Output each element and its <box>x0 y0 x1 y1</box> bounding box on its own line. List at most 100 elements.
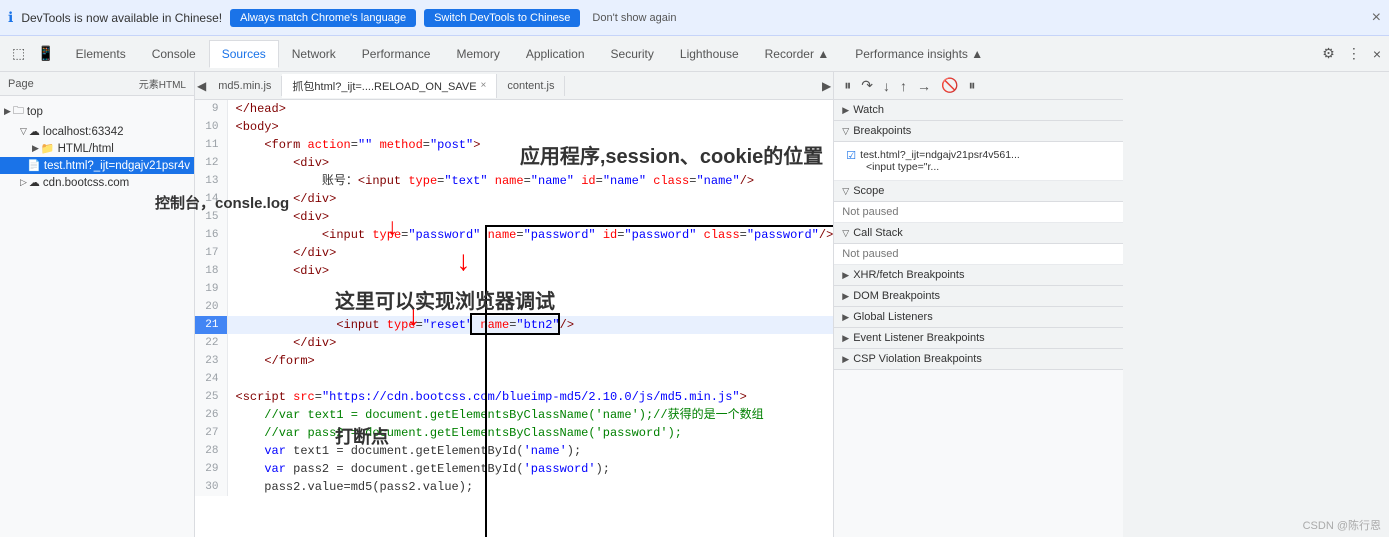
tab-recorder[interactable]: Recorder ▲ <box>752 40 843 68</box>
line-num-17[interactable]: 17 <box>195 244 227 262</box>
code-line-10: 10 <body> <box>195 118 833 136</box>
section-xhr[interactable]: ▶ XHR/fetch Breakpoints <box>834 265 1123 286</box>
nav-forward-button[interactable]: ▶ <box>820 77 833 95</box>
tab-lighthouse[interactable]: Lighthouse <box>667 40 752 68</box>
tab-performance[interactable]: Performance <box>349 40 444 68</box>
switch-chinese-button[interactable]: Switch DevTools to Chinese <box>424 9 580 27</box>
inspect-icon[interactable]: ⬚ <box>8 41 29 66</box>
left-panel: Page 元素HTML ▶ 🗀 top ▽ ☁ localhost:63342 <box>0 72 195 537</box>
dom-label: DOM Breakpoints <box>853 290 940 302</box>
line-num-28[interactable]: 28 <box>195 442 227 460</box>
line-code-9: </head> <box>227 100 833 118</box>
pause-exceptions-button[interactable]: ⏸ <box>964 75 979 96</box>
tree-item-top[interactable]: ▶ 🗀 top <box>0 100 194 123</box>
scope-arrow-icon: ▽ <box>842 186 849 197</box>
tree-item-localhost[interactable]: ▽ ☁ localhost:63342 <box>0 123 194 140</box>
code-line-30: 30 pass2.value=md5(pass2.value); <box>195 478 833 496</box>
folder-html-icon: 📁 <box>41 142 55 155</box>
settings-icon[interactable]: ⚙ <box>1318 41 1339 66</box>
line-num-27[interactable]: 27 <box>195 424 227 442</box>
tab-elements[interactable]: Elements <box>63 40 139 68</box>
panel-options-icon[interactable]: 元素HTML <box>139 76 186 91</box>
line-code-16: <input type="password" name="password" i… <box>227 226 833 244</box>
code-line-22: 22 </div> <box>195 334 833 352</box>
line-num-22[interactable]: 22 <box>195 334 227 352</box>
file-tab-content[interactable]: content.js <box>497 76 565 96</box>
line-num-14[interactable]: 14 <box>195 190 227 208</box>
line-num-11[interactable]: 11 <box>195 136 227 154</box>
folder-icon: 🗀 <box>13 102 24 121</box>
code-line-12: 12 <div> <box>195 154 833 172</box>
device-icon[interactable]: 📱 <box>33 41 58 66</box>
line-num-13[interactable]: 13 <box>195 172 227 190</box>
info-icon: ℹ <box>8 9 13 26</box>
tab-application[interactable]: Application <box>513 40 598 68</box>
tree-item-cdn[interactable]: ▷ ☁ cdn.bootcss.com <box>0 174 194 191</box>
dont-show-link[interactable]: Don't show again <box>592 12 676 24</box>
tab-console[interactable]: Console <box>139 40 209 68</box>
step-out-button[interactable]: ↑ <box>896 76 911 96</box>
tab-security[interactable]: Security <box>598 40 667 68</box>
code-line-26: 26 //var text1 = document.getElementsByC… <box>195 406 833 424</box>
file-icon: 📄 <box>27 159 41 172</box>
breakpoint-detail: test.html?_ijt=ndgajv21psr4v561... <inpu… <box>860 149 1020 173</box>
tab-performance-insights[interactable]: Performance insights ▲ <box>842 40 996 68</box>
line-num-18[interactable]: 18 <box>195 262 227 280</box>
breakpoint-file: test.html?_ijt=ndgajv21psr4v561... <box>860 149 1020 161</box>
info-bar-close-button[interactable]: × <box>1372 9 1381 27</box>
line-num-19[interactable]: 19 <box>195 280 227 298</box>
line-num-24[interactable]: 24 <box>195 370 227 388</box>
tab-sources[interactable]: Sources <box>209 40 279 68</box>
code-line-16: 16 <input type="password" name="password… <box>195 226 833 244</box>
tab-memory[interactable]: Memory <box>443 40 512 68</box>
deactivate-breakpoints-button[interactable]: 🚫 <box>937 75 962 96</box>
breakpoint-checkbox[interactable]: ☑ <box>846 149 856 162</box>
tree-label-cdn: cdn.bootcss.com <box>43 177 129 189</box>
section-event-listener[interactable]: ▶ Event Listener Breakpoints <box>834 328 1123 349</box>
line-num-29[interactable]: 29 <box>195 460 227 478</box>
pause-button[interactable]: ⏸ <box>840 75 855 96</box>
section-watch[interactable]: ▶ Watch <box>834 100 1123 121</box>
section-global[interactable]: ▶ Global Listeners <box>834 307 1123 328</box>
tree-item-html-folder[interactable]: ▶ 📁 HTML/html <box>0 140 194 157</box>
line-num-15[interactable]: 15 <box>195 208 227 226</box>
file-tab-close-icon[interactable]: × <box>481 80 487 91</box>
line-code-26: //var text1 = document.getElementsByClas… <box>227 406 833 424</box>
more-options-icon[interactable]: ⋮ <box>1343 41 1365 66</box>
line-num-9[interactable]: 9 <box>195 100 227 118</box>
section-call-stack[interactable]: ▽ Call Stack <box>834 223 1123 244</box>
file-tab-main[interactable]: 抓包html?_ijt=....RELOAD_ON_SAVE × <box>282 74 497 98</box>
match-language-button[interactable]: Always match Chrome's language <box>230 9 416 27</box>
cdn-host-icon: ☁ <box>29 176 40 189</box>
step-button[interactable]: → <box>913 76 935 96</box>
section-dom[interactable]: ▶ DOM Breakpoints <box>834 286 1123 307</box>
step-into-button[interactable]: ↓ <box>879 76 894 96</box>
code-area[interactable]: 9 </head> 10 <body> 11 <form action="" m… <box>195 100 833 537</box>
section-breakpoints[interactable]: ▽ Breakpoints <box>834 121 1123 142</box>
section-scope[interactable]: ▽ Scope <box>834 181 1123 202</box>
line-num-26[interactable]: 26 <box>195 406 227 424</box>
line-num-16[interactable]: 16 <box>195 226 227 244</box>
event-listener-label: Event Listener Breakpoints <box>853 332 984 344</box>
line-num-10[interactable]: 10 <box>195 118 227 136</box>
line-num-20[interactable]: 20 <box>195 298 227 316</box>
watch-label: Watch <box>853 104 884 116</box>
nav-back-button[interactable]: ◀ <box>195 77 208 95</box>
breakpoints-arrow-icon: ▽ <box>842 126 849 137</box>
line-num-30[interactable]: 30 <box>195 478 227 496</box>
scope-label: Scope <box>853 185 884 197</box>
line-num-25[interactable]: 25 <box>195 388 227 406</box>
line-num-21[interactable]: 21 <box>195 316 227 334</box>
line-code-30: pass2.value=md5(pass2.value); <box>227 478 833 496</box>
call-stack-label: Call Stack <box>853 227 903 239</box>
tree-arrow-localhost: ▽ <box>20 126 27 137</box>
line-num-12[interactable]: 12 <box>195 154 227 172</box>
tree-item-test-html[interactable]: 📄 test.html?_ijt=ndgajv21psr4v <box>0 157 194 174</box>
section-csp[interactable]: ▶ CSP Violation Breakpoints <box>834 349 1123 370</box>
file-tab-md5[interactable]: md5.min.js <box>208 76 282 96</box>
line-num-23[interactable]: 23 <box>195 352 227 370</box>
tab-network[interactable]: Network <box>279 40 349 68</box>
close-devtools-button[interactable]: × <box>1369 41 1385 66</box>
step-over-button[interactable]: ↷ <box>857 75 877 96</box>
code-table: 9 </head> 10 <body> 11 <form action="" m… <box>195 100 833 496</box>
